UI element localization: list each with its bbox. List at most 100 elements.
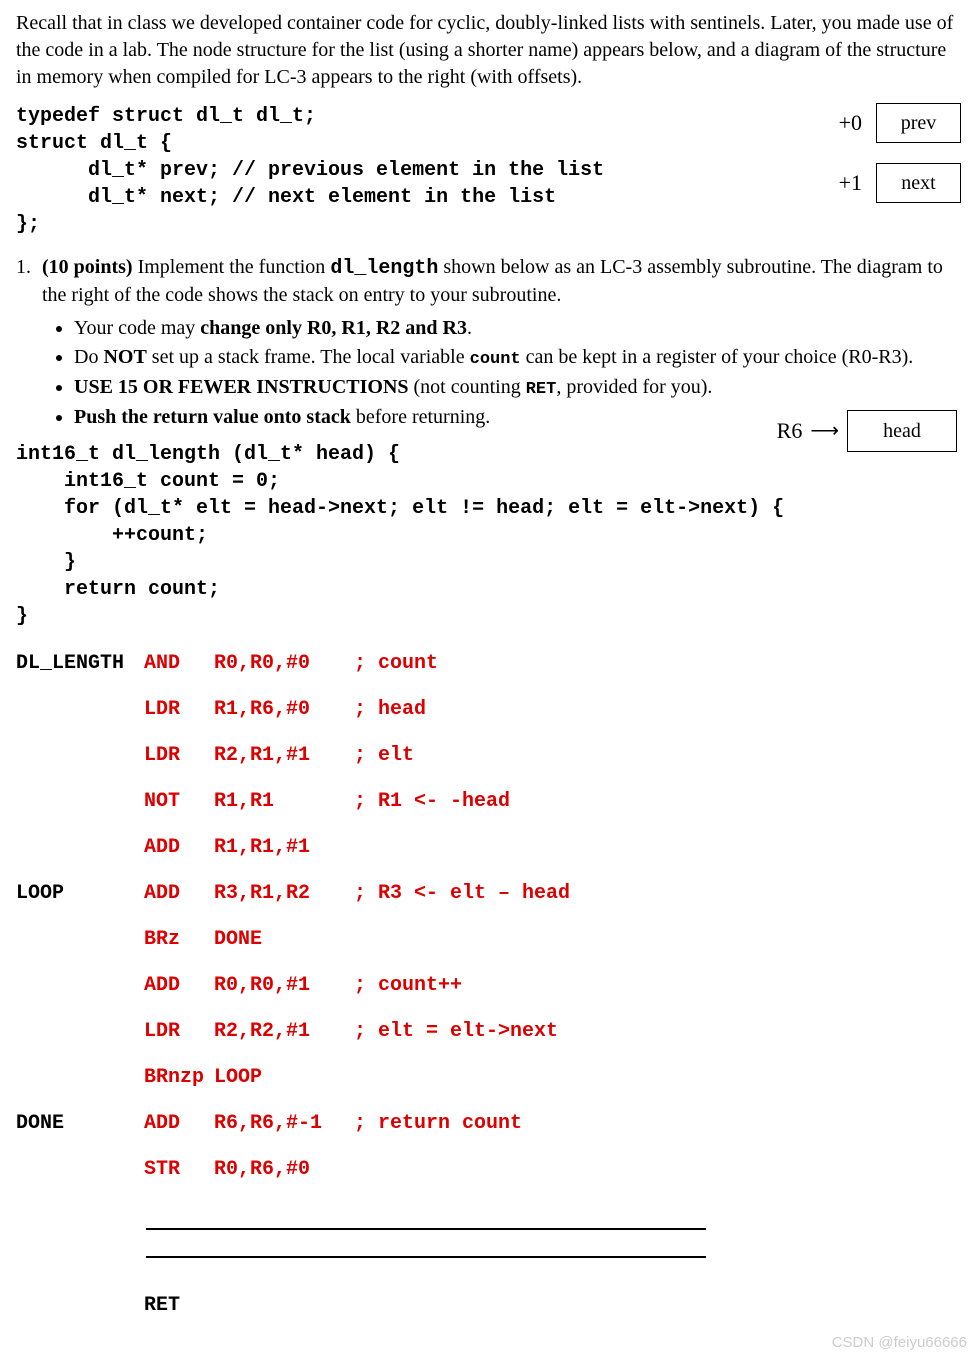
- asm-args-6: DONE: [214, 926, 354, 972]
- asm-label-1: [16, 696, 144, 742]
- asm-label-4: [16, 834, 144, 880]
- b4a: Push the return value onto stack: [74, 406, 351, 428]
- asm-args-7: R0,R0,#1: [214, 972, 354, 1018]
- asm-op-1: LDR: [144, 696, 214, 742]
- ret-instruction: RET: [144, 1292, 961, 1319]
- asm-row-6: BRzDONE: [16, 926, 570, 972]
- asm-args-1: R1,R6,#0: [214, 696, 354, 742]
- asm-row-1: LDRR1,R6,#0; head: [16, 696, 570, 742]
- bullet-2: Do NOT set up a stack frame. The local v…: [74, 344, 961, 372]
- asm-comment-4: [354, 834, 570, 880]
- blank-line-1: [146, 1228, 706, 1230]
- b2a: Do: [74, 346, 103, 368]
- mem-offset-0: +0: [822, 108, 862, 138]
- mem-row-0: +0 prev: [822, 103, 961, 143]
- b2d: count: [470, 350, 521, 369]
- asm-args-2: R2,R1,#1: [214, 742, 354, 788]
- asm-op-5: ADD: [144, 880, 214, 926]
- typedef-section: typedef struct dl_t dl_t; struct dl_t { …: [16, 103, 961, 238]
- asm-row-9: BRnzpLOOP: [16, 1064, 570, 1110]
- asm-comment-0: ; count: [354, 650, 570, 696]
- asm-comment-11: [354, 1156, 570, 1202]
- asm-label-7: [16, 972, 144, 1018]
- asm-row-0: DL_LENGTHANDR0,R0,#0; count: [16, 650, 570, 696]
- arrow-icon: ⟶: [810, 418, 839, 445]
- asm-args-5: R3,R1,R2: [214, 880, 354, 926]
- asm-comment-10: ; return count: [354, 1110, 570, 1156]
- asm-row-2: LDRR2,R1,#1; elt: [16, 742, 570, 788]
- asm-op-0: AND: [144, 650, 214, 696]
- asm-op-3: NOT: [144, 788, 214, 834]
- asm-label-0: DL_LENGTH: [16, 650, 144, 696]
- asm-args-3: R1,R1: [214, 788, 354, 834]
- asm-row-11: STRR0,R6,#0: [16, 1156, 570, 1202]
- asm-row-10: DONEADDR6,R6,#-1; return count: [16, 1110, 570, 1156]
- asm-comment-7: ; count++: [354, 972, 570, 1018]
- asm-row-8: LDRR2,R2,#1; elt = elt->next: [16, 1018, 570, 1064]
- question-text: (10 points) Implement the function dl_le…: [42, 254, 961, 309]
- asm-label-6: [16, 926, 144, 972]
- asm-op-10: ADD: [144, 1110, 214, 1156]
- asm-op-8: LDR: [144, 1018, 214, 1064]
- asm-row-5: LOOPADDR3,R1,R2; R3 <- elt – head: [16, 880, 570, 926]
- bullet-1: Your code may change only R0, R1, R2 and…: [74, 315, 961, 342]
- b3b: (not counting: [409, 376, 526, 398]
- b1c: .: [467, 317, 472, 339]
- asm-op-11: STR: [144, 1156, 214, 1202]
- asm-op-9: BRnzp: [144, 1064, 214, 1110]
- asm-op-6: BRz: [144, 926, 214, 972]
- asm-label-5: LOOP: [16, 880, 144, 926]
- asm-args-4: R1,R1,#1: [214, 834, 354, 880]
- asm-label-10: DONE: [16, 1110, 144, 1156]
- asm-args-9: LOOP: [214, 1064, 354, 1110]
- assembly-listing: DL_LENGTHANDR0,R0,#0; countLDRR1,R6,#0; …: [16, 650, 570, 1202]
- asm-comment-5: ; R3 <- elt – head: [354, 880, 570, 926]
- asm-args-0: R0,R0,#0: [214, 650, 354, 696]
- asm-op-7: ADD: [144, 972, 214, 1018]
- asm-op-4: ADD: [144, 834, 214, 880]
- asm-label-11: [16, 1156, 144, 1202]
- stack-cell-head: head: [847, 410, 957, 452]
- b1b: change only R0, R1, R2 and R3: [200, 317, 467, 339]
- asm-comment-3: ; R1 <- -head: [354, 788, 570, 834]
- asm-comment-1: ; head: [354, 696, 570, 742]
- q-funcname: dl_length: [330, 257, 438, 280]
- q-lead: Implement the function: [133, 256, 331, 278]
- asm-row-3: NOTR1,R1; R1 <- -head: [16, 788, 570, 834]
- blank-line-2: [146, 1256, 706, 1258]
- asm-label-2: [16, 742, 144, 788]
- b3a: USE 15 OR FEWER INSTRUCTIONS: [74, 376, 409, 398]
- question-heading: 1. (10 points) Implement the function dl…: [16, 254, 961, 309]
- mem-cell-next: next: [876, 163, 961, 203]
- asm-op-2: LDR: [144, 742, 214, 788]
- b4b: before returning.: [351, 406, 490, 428]
- b2b: NOT: [103, 346, 146, 368]
- asm-comment-2: ; elt: [354, 742, 570, 788]
- b3c: RET: [526, 380, 557, 399]
- c-function-code: int16_t dl_length (dl_t* head) { int16_t…: [16, 441, 961, 630]
- intro-paragraph: Recall that in class we developed contai…: [16, 10, 961, 91]
- asm-args-10: R6,R6,#-1: [214, 1110, 354, 1156]
- asm-args-11: R0,R6,#0: [214, 1156, 354, 1202]
- asm-comment-6: [354, 926, 570, 972]
- stack-reg: R6: [777, 416, 803, 446]
- mem-row-1: +1 next: [822, 163, 961, 203]
- memory-diagram: +0 prev +1 next: [822, 103, 961, 203]
- b1a: Your code may: [74, 317, 200, 339]
- asm-row-7: ADDR0,R0,#1; count++: [16, 972, 570, 1018]
- b2e: can be kept in a register of your choice…: [521, 346, 914, 368]
- asm-row-4: ADDR1,R1,#1: [16, 834, 570, 880]
- watermark: CSDN @feiyu66666: [832, 1333, 967, 1353]
- mem-cell-prev: prev: [876, 103, 961, 143]
- question-number: 1.: [16, 254, 42, 309]
- asm-comment-9: [354, 1064, 570, 1110]
- bullet-3: USE 15 OR FEWER INSTRUCTIONS (not counti…: [74, 374, 961, 402]
- stack-diagram: R6 ⟶ head: [777, 410, 957, 452]
- asm-label-9: [16, 1064, 144, 1110]
- question-points: (10 points): [42, 256, 133, 278]
- asm-args-8: R2,R2,#1: [214, 1018, 354, 1064]
- b2c: set up a stack frame. The local variable: [147, 346, 470, 368]
- asm-label-8: [16, 1018, 144, 1064]
- typedef-code: typedef struct dl_t dl_t; struct dl_t { …: [16, 103, 812, 238]
- asm-label-3: [16, 788, 144, 834]
